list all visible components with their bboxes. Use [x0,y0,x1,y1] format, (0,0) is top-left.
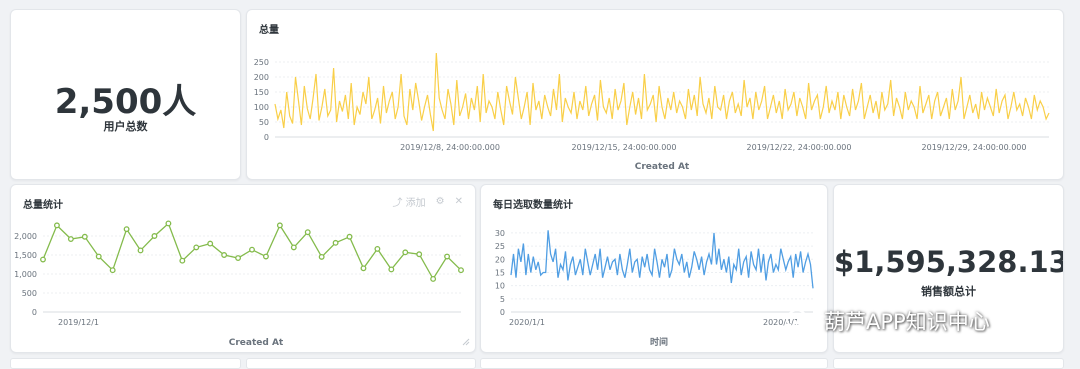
user-count-value: 2,500人 [54,82,197,122]
total-stats-x-tick-label: 2019/12/1 [58,318,99,327]
daily-stats-card[interactable]: 每日选取数量统计 0 5 10 15 20 25 30 2020/1/1 2020/4/1 时… [480,184,828,353]
total-x-axis-title: Created At [635,162,690,172]
total-stats-card[interactable]: 总量统计 ⤴ 添加 ⚙ ✕ 0 500 1,000 1,500 2,000 2019/1… [10,184,476,353]
daily-stats-y-tick-label: 25 [495,242,505,251]
total-y-tick-label: 200 [254,73,269,82]
daily-stats-y-tick-label: 10 [495,282,505,291]
total-x-tick-label: 2019/12/8, 24:00:00.000 [400,143,500,152]
total-stats-data-point[interactable] [402,249,409,256]
sales-total-value: $1,595,328.13 [834,245,1064,279]
bottom-card-stub [246,358,476,369]
total-stats-data-point[interactable] [249,246,255,253]
total-stats-y-tick-label: 500 [22,289,37,298]
total-stats-data-point[interactable] [40,256,46,263]
total-stats-data-point[interactable] [318,253,325,260]
total-stats-data-point[interactable] [179,257,186,264]
total-x-tick-label: 2019/12/15, 24:00:00.000 [572,143,677,152]
bottom-card-row [0,356,1080,369]
total-stats-data-point[interactable] [221,252,228,258]
total-stats-data-point[interactable] [430,275,437,282]
total-stats-data-point[interactable] [304,229,311,236]
total-stats-data-point[interactable] [123,226,130,233]
total-stats-data-point[interactable] [388,266,395,273]
resize-handle-icon [462,338,470,346]
total-stats-y-tick-label: 2,000 [14,232,37,241]
total-stats-data-point[interactable] [207,240,214,247]
total-stats-data-point[interactable] [137,247,144,254]
total-stats-data-point[interactable] [276,222,283,229]
user-count-card[interactable]: 2,500人 用户总数 [10,9,241,180]
total-stats-y-tick-label: 1,000 [14,270,37,279]
wechat-logo-icon [786,309,815,332]
daily-stats-x-axis-title: 时间 [650,336,668,348]
total-x-tick-label: 2019/12/22, 24:00:00.000 [747,143,852,152]
bottom-card-stub [833,358,1064,369]
total-stats-data-point[interactable] [374,245,381,252]
total-stats-data-point[interactable] [235,255,242,261]
daily-stats-line-chart: 051015202530 2020/1/1 2020/4/1 时间 [495,229,814,348]
total-stats-data-point[interactable] [67,236,74,242]
total-stats-data-point[interactable] [332,239,339,246]
total-stats-data-point[interactable] [444,253,451,260]
user-count-label: 用户总数 [103,120,148,133]
total-stats-line-chart: 0 500 1,000 1,500 2,000 2019/12/1 Created At [14,220,470,348]
bottom-card-stub [480,358,828,369]
daily-stats-y-tick-label: 5 [500,295,505,304]
total-stats-y-tick-label: 0 [32,308,37,317]
total-y-tick-label: 150 [254,88,269,97]
total-stats-data-point[interactable] [81,233,88,240]
total-chart-card[interactable]: 总量 0 50 100 150 200 250 2019/12/8, 24:00:00.0… [246,9,1064,180]
total-stats-x-axis-title: Created At [229,338,284,348]
total-x-tick-label: 2019/12/29, 24:00:00.000 [922,143,1027,152]
total-y-tick-label: 50 [259,118,269,127]
total-stats-data-point[interactable] [109,267,116,274]
watermark-text: 葫芦APP知识中心 [824,310,990,334]
total-stats-data-point[interactable] [360,265,367,272]
total-line-chart: 0 50 100 150 200 250 2019/12/8, 24:00:00.000 2… [254,52,1050,172]
total-stats-data-point[interactable] [193,244,200,251]
total-stats-data-point[interactable] [53,222,60,229]
total-stats-data-point[interactable] [346,233,353,240]
daily-stats-y-tick-label: 20 [495,255,505,264]
total-y-tick-label: 100 [254,103,269,112]
total-stats-data-point[interactable] [95,253,102,260]
total-stats-data-point[interactable] [165,220,172,227]
total-stats-data-point[interactable] [416,251,423,258]
wechat-watermark: 葫芦APP知识中心 [786,306,990,336]
bottom-card-stub [10,358,241,369]
total-y-tick-label: 250 [254,58,269,67]
total-stats-data-point[interactable] [262,253,269,260]
daily-stats-y-tick-label: 0 [500,308,505,317]
daily-stats-x-tick-label: 2020/1/1 [509,318,545,327]
total-y-tick-label: 0 [264,133,269,142]
sales-total-label: 销售额总计 [921,285,976,298]
daily-stats-y-tick-label: 15 [495,268,505,277]
total-stats-data-point[interactable] [290,244,297,251]
total-stats-data-point[interactable] [151,233,158,239]
total-stats-y-tick-label: 1,500 [14,251,37,260]
daily-stats-y-tick-label: 30 [495,229,505,238]
total-stats-data-point[interactable] [458,267,464,274]
